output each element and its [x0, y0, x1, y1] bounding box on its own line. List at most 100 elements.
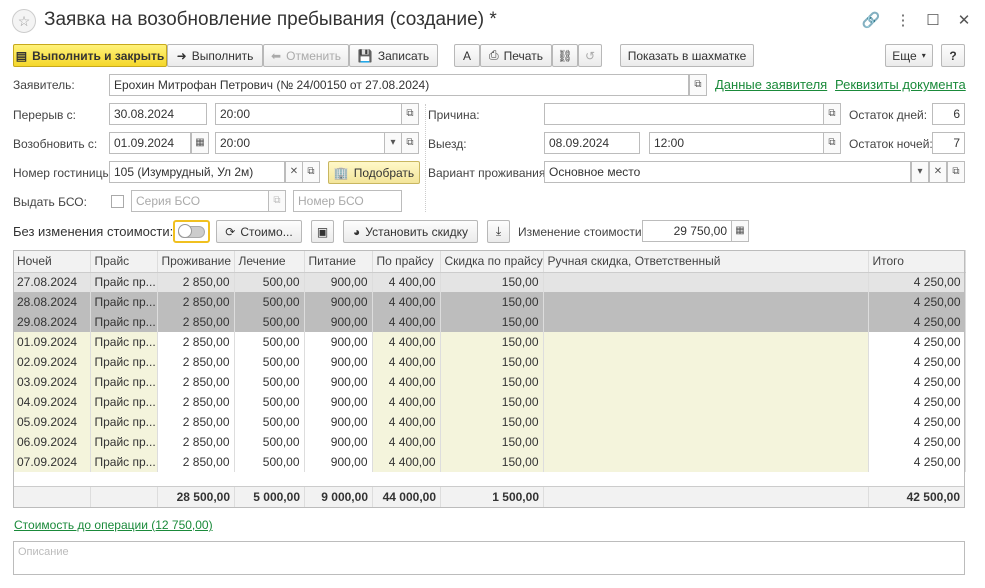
days-left-field[interactable]: 6 [932, 103, 965, 125]
resume-date-field[interactable]: 01.09.2024 [109, 132, 191, 154]
table-cell: Прайс пр... [90, 272, 158, 292]
column-header[interactable]: Питание [304, 250, 373, 273]
table-row[interactable]: 28.08.2024 Прайс пр... 2 850,00 500,00 900,0… [13, 292, 966, 312]
break-date-field[interactable]: 30.08.2024 [109, 103, 207, 125]
change-cost-field[interactable]: 29 750,00 [642, 220, 732, 242]
hotel-room-label: Номер гостиницы: [13, 166, 115, 180]
help-button[interactable]: ? [941, 44, 965, 67]
accommodation-field[interactable]: Основное место [544, 161, 911, 183]
open-icon[interactable]: ⧉ [401, 103, 419, 125]
open-icon[interactable]: ⧉ [823, 103, 841, 125]
open-icon[interactable]: ⧉ [823, 132, 841, 154]
bso-label: Выдать БСО: [13, 195, 87, 209]
close-icon[interactable]: ✕ [954, 11, 974, 31]
print-button[interactable]: ⎙ Печать [480, 44, 552, 67]
applicant-data-link[interactable]: Данные заявителя [715, 77, 827, 92]
table-row[interactable]: 06.09.2024 Прайс пр... 2 850,00 500,00 900,0… [13, 432, 966, 452]
column-header[interactable]: Итого [868, 250, 966, 273]
chevron-down-icon: ▾ [921, 51, 926, 60]
column-header[interactable]: Ручная скидка, Ответственный [543, 250, 869, 273]
applicant-field[interactable]: Ерохин Митрофан Петрович (№ 24/00150 от … [109, 74, 689, 96]
departure-time-field[interactable]: 12:00 [649, 132, 824, 154]
chevron-down-icon[interactable]: ▾ [911, 161, 929, 183]
set-discount-button[interactable]: ◕ Установить скидку [343, 220, 478, 243]
column-header[interactable]: Скидка по прайсу [440, 250, 544, 273]
calendar-icon[interactable]: ▦ [191, 132, 209, 154]
table-cell: 4 250,00 [868, 292, 966, 312]
table-row[interactable]: 04.09.2024 Прайс пр... 2 850,00 500,00 900,0… [13, 392, 966, 412]
table-row[interactable]: 29.08.2024 Прайс пр... 2 850,00 500,00 900,0… [13, 312, 966, 332]
table-row[interactable]: 05.09.2024 Прайс пр... 2 850,00 500,00 900,0… [13, 412, 966, 432]
table-row[interactable]: 07.09.2024 Прайс пр... 2 850,00 500,00 900,0… [13, 452, 966, 472]
break-time-field[interactable]: 20:00 [215, 103, 402, 125]
table-cell: 4 400,00 [372, 312, 441, 332]
table-cell: 4 250,00 [868, 452, 966, 472]
download-icon[interactable]: ⤓ [487, 220, 510, 243]
table-row[interactable]: 27.08.2024 Прайс пр... 2 850,00 500,00 900,0… [13, 272, 966, 292]
open-icon[interactable]: ⧉ [947, 161, 965, 183]
bso-number-field[interactable]: Номер БСО [293, 190, 402, 212]
cancel-button[interactable]: ⬅ Отменить [263, 44, 349, 67]
no-change-toggle[interactable] [173, 220, 210, 243]
spellcheck-icon[interactable]: A [454, 44, 480, 67]
pick-button[interactable]: 🏢 Подобрать [328, 161, 420, 184]
table-cell: 2 850,00 [157, 312, 235, 332]
open-icon[interactable]: ⧉ [689, 74, 707, 96]
cost-button[interactable]: ⟳ Стоимо... [216, 220, 302, 243]
resume-time-field[interactable]: 20:00 [215, 132, 385, 154]
table-cell: 4 250,00 [868, 372, 966, 392]
execute-button[interactable]: ➜ Выполнить [167, 44, 263, 67]
table-cell: 2 850,00 [157, 292, 235, 312]
open-icon[interactable]: ⧉ [401, 132, 419, 154]
table-cell: 4 400,00 [372, 372, 441, 392]
table-row[interactable]: 02.09.2024 Прайс пр... 2 850,00 500,00 900,0… [13, 352, 966, 372]
arrow-left-icon: ⬅ [271, 48, 282, 63]
show-chess-button[interactable]: Показать в шахматке [620, 44, 754, 67]
history-icon[interactable]: ↺ [578, 44, 602, 67]
clear-icon[interactable]: ✕ [929, 161, 947, 183]
save-button[interactable]: 💾 Записать [349, 44, 438, 67]
table-cell: 150,00 [440, 452, 544, 472]
more-vertical-icon[interactable]: ⋮ [893, 11, 913, 31]
calculator-icon[interactable]: ▦ [731, 220, 749, 242]
table-cell: 900,00 [304, 392, 373, 412]
clear-icon[interactable]: ✕ [285, 161, 303, 183]
column-header[interactable]: Проживание [157, 250, 235, 273]
open-icon[interactable]: ⧉ [302, 161, 320, 183]
column-header[interactable]: Прайс [90, 250, 158, 273]
doc-details-link[interactable]: Реквизиты документа [835, 77, 966, 92]
column-header[interactable]: Лечение [234, 250, 305, 273]
bso-checkbox[interactable] [111, 195, 124, 208]
cash-register-icon[interactable]: ▣ [311, 220, 334, 243]
column-header[interactable]: Ночей [13, 250, 91, 273]
reason-field[interactable] [544, 103, 824, 125]
table-cell: 500,00 [234, 432, 305, 452]
more-button[interactable]: Еще ▾ [885, 44, 933, 67]
open-icon[interactable]: ⧉ [268, 190, 286, 212]
column-header[interactable]: По прайсу [372, 250, 441, 273]
table-row[interactable]: 03.09.2024 Прайс пр... 2 850,00 500,00 900,0… [13, 372, 966, 392]
table-cell: 500,00 [234, 372, 305, 392]
nights-left-field[interactable]: 7 [932, 132, 965, 154]
table-cell: 2 850,00 [157, 372, 235, 392]
table-cell: 4 250,00 [868, 312, 966, 332]
maximize-icon[interactable]: ☐ [923, 11, 943, 31]
table-cell: 4 400,00 [372, 412, 441, 432]
bso-series-field[interactable]: Серия БСО [131, 190, 269, 212]
nights-table[interactable]: Ночей Прайс Проживание Лечение Питание П… [13, 250, 966, 472]
description-field[interactable]: Описание [13, 541, 965, 575]
building-icon: 🏢 [333, 165, 349, 180]
table-cell: Прайс пр... [90, 432, 158, 452]
table-cell: 500,00 [234, 352, 305, 372]
link-icon[interactable]: 🔗 [861, 11, 881, 31]
table-cell: 27.08.2024 [13, 272, 91, 292]
table-row[interactable]: 01.09.2024 Прайс пр... 2 850,00 500,00 900,0… [13, 332, 966, 352]
favorite-star-icon[interactable]: ☆ [12, 9, 36, 33]
chain-link-icon[interactable]: ⛓ [552, 44, 578, 67]
execute-close-button[interactable]: ▤ Выполнить и закрыть [13, 44, 167, 67]
departure-date-field[interactable]: 08.09.2024 [544, 132, 640, 154]
accommodation-label: Вариант проживания: [428, 166, 549, 180]
cost-before-link[interactable]: Стоимость до операции (12 750,00) [14, 518, 213, 532]
chevron-down-icon[interactable]: ▾ [384, 132, 402, 154]
hotel-room-field[interactable]: 105 (Изумрудный, Ул 2м) [109, 161, 285, 183]
